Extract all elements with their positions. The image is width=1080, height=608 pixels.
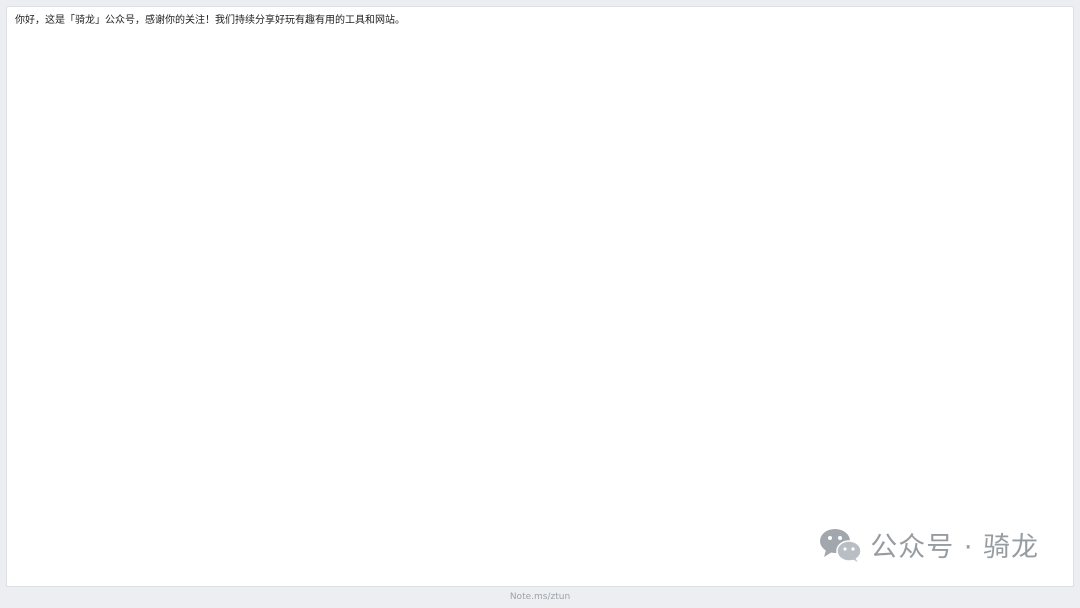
watermark-text: 公众号 · 骑龙 bbox=[870, 532, 1039, 563]
note-text[interactable]: 你好，这是「骑龙」公众号，感谢你的关注！我们持续分享好玩有趣有用的工具和网站。 bbox=[15, 14, 1063, 28]
note-editor[interactable]: 你好，这是「骑龙」公众号，感谢你的关注！我们持续分享好玩有趣有用的工具和网站。 bbox=[6, 6, 1074, 587]
note-url-link[interactable]: Note.ms/ztun bbox=[0, 591, 1080, 603]
page: 你好，这是「骑龙」公众号，感谢你的关注！我们持续分享好玩有趣有用的工具和网站。 bbox=[0, 0, 1080, 608]
wechat-icon bbox=[820, 528, 862, 562]
watermark: 公众号 · 骑龙 bbox=[818, 525, 1039, 564]
